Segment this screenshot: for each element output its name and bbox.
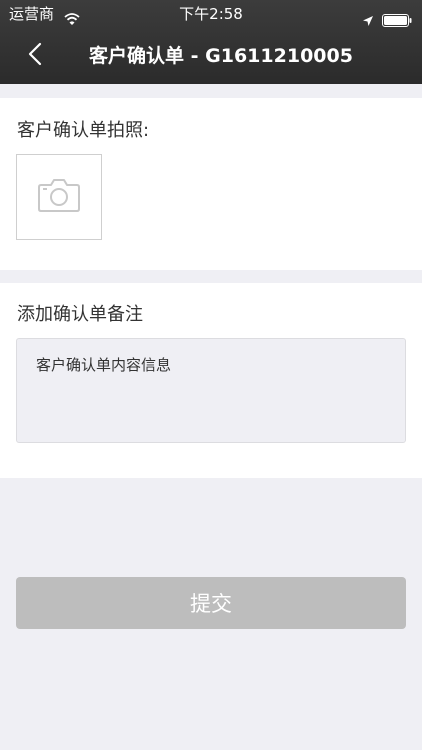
navigation-bar: 客户确认单 - G1611210005 bbox=[0, 28, 422, 84]
back-button[interactable] bbox=[20, 40, 50, 72]
photo-section: 客户确认单拍照: bbox=[0, 98, 422, 270]
camera-icon bbox=[37, 177, 81, 217]
note-textarea[interactable] bbox=[16, 338, 406, 443]
note-section-title: 添加确认单备注 bbox=[17, 304, 143, 325]
status-bar: 运营商 下午2:58 bbox=[0, 0, 422, 28]
battery-icon bbox=[382, 8, 412, 27]
note-section: 添加确认单备注 bbox=[0, 283, 422, 478]
app-header: 运营商 下午2:58 客户确认单 - G1611210005 bbox=[0, 0, 422, 84]
chevron-left-icon bbox=[28, 42, 42, 70]
location-arrow-icon bbox=[362, 8, 374, 26]
photo-section-title: 客户确认单拍照: bbox=[17, 120, 150, 141]
status-time: 下午2:58 bbox=[179, 5, 243, 23]
submit-button[interactable]: 提交 bbox=[16, 577, 406, 629]
page-title: 客户确认单 - G1611210005 bbox=[89, 45, 353, 67]
add-photo-button[interactable] bbox=[16, 154, 102, 240]
